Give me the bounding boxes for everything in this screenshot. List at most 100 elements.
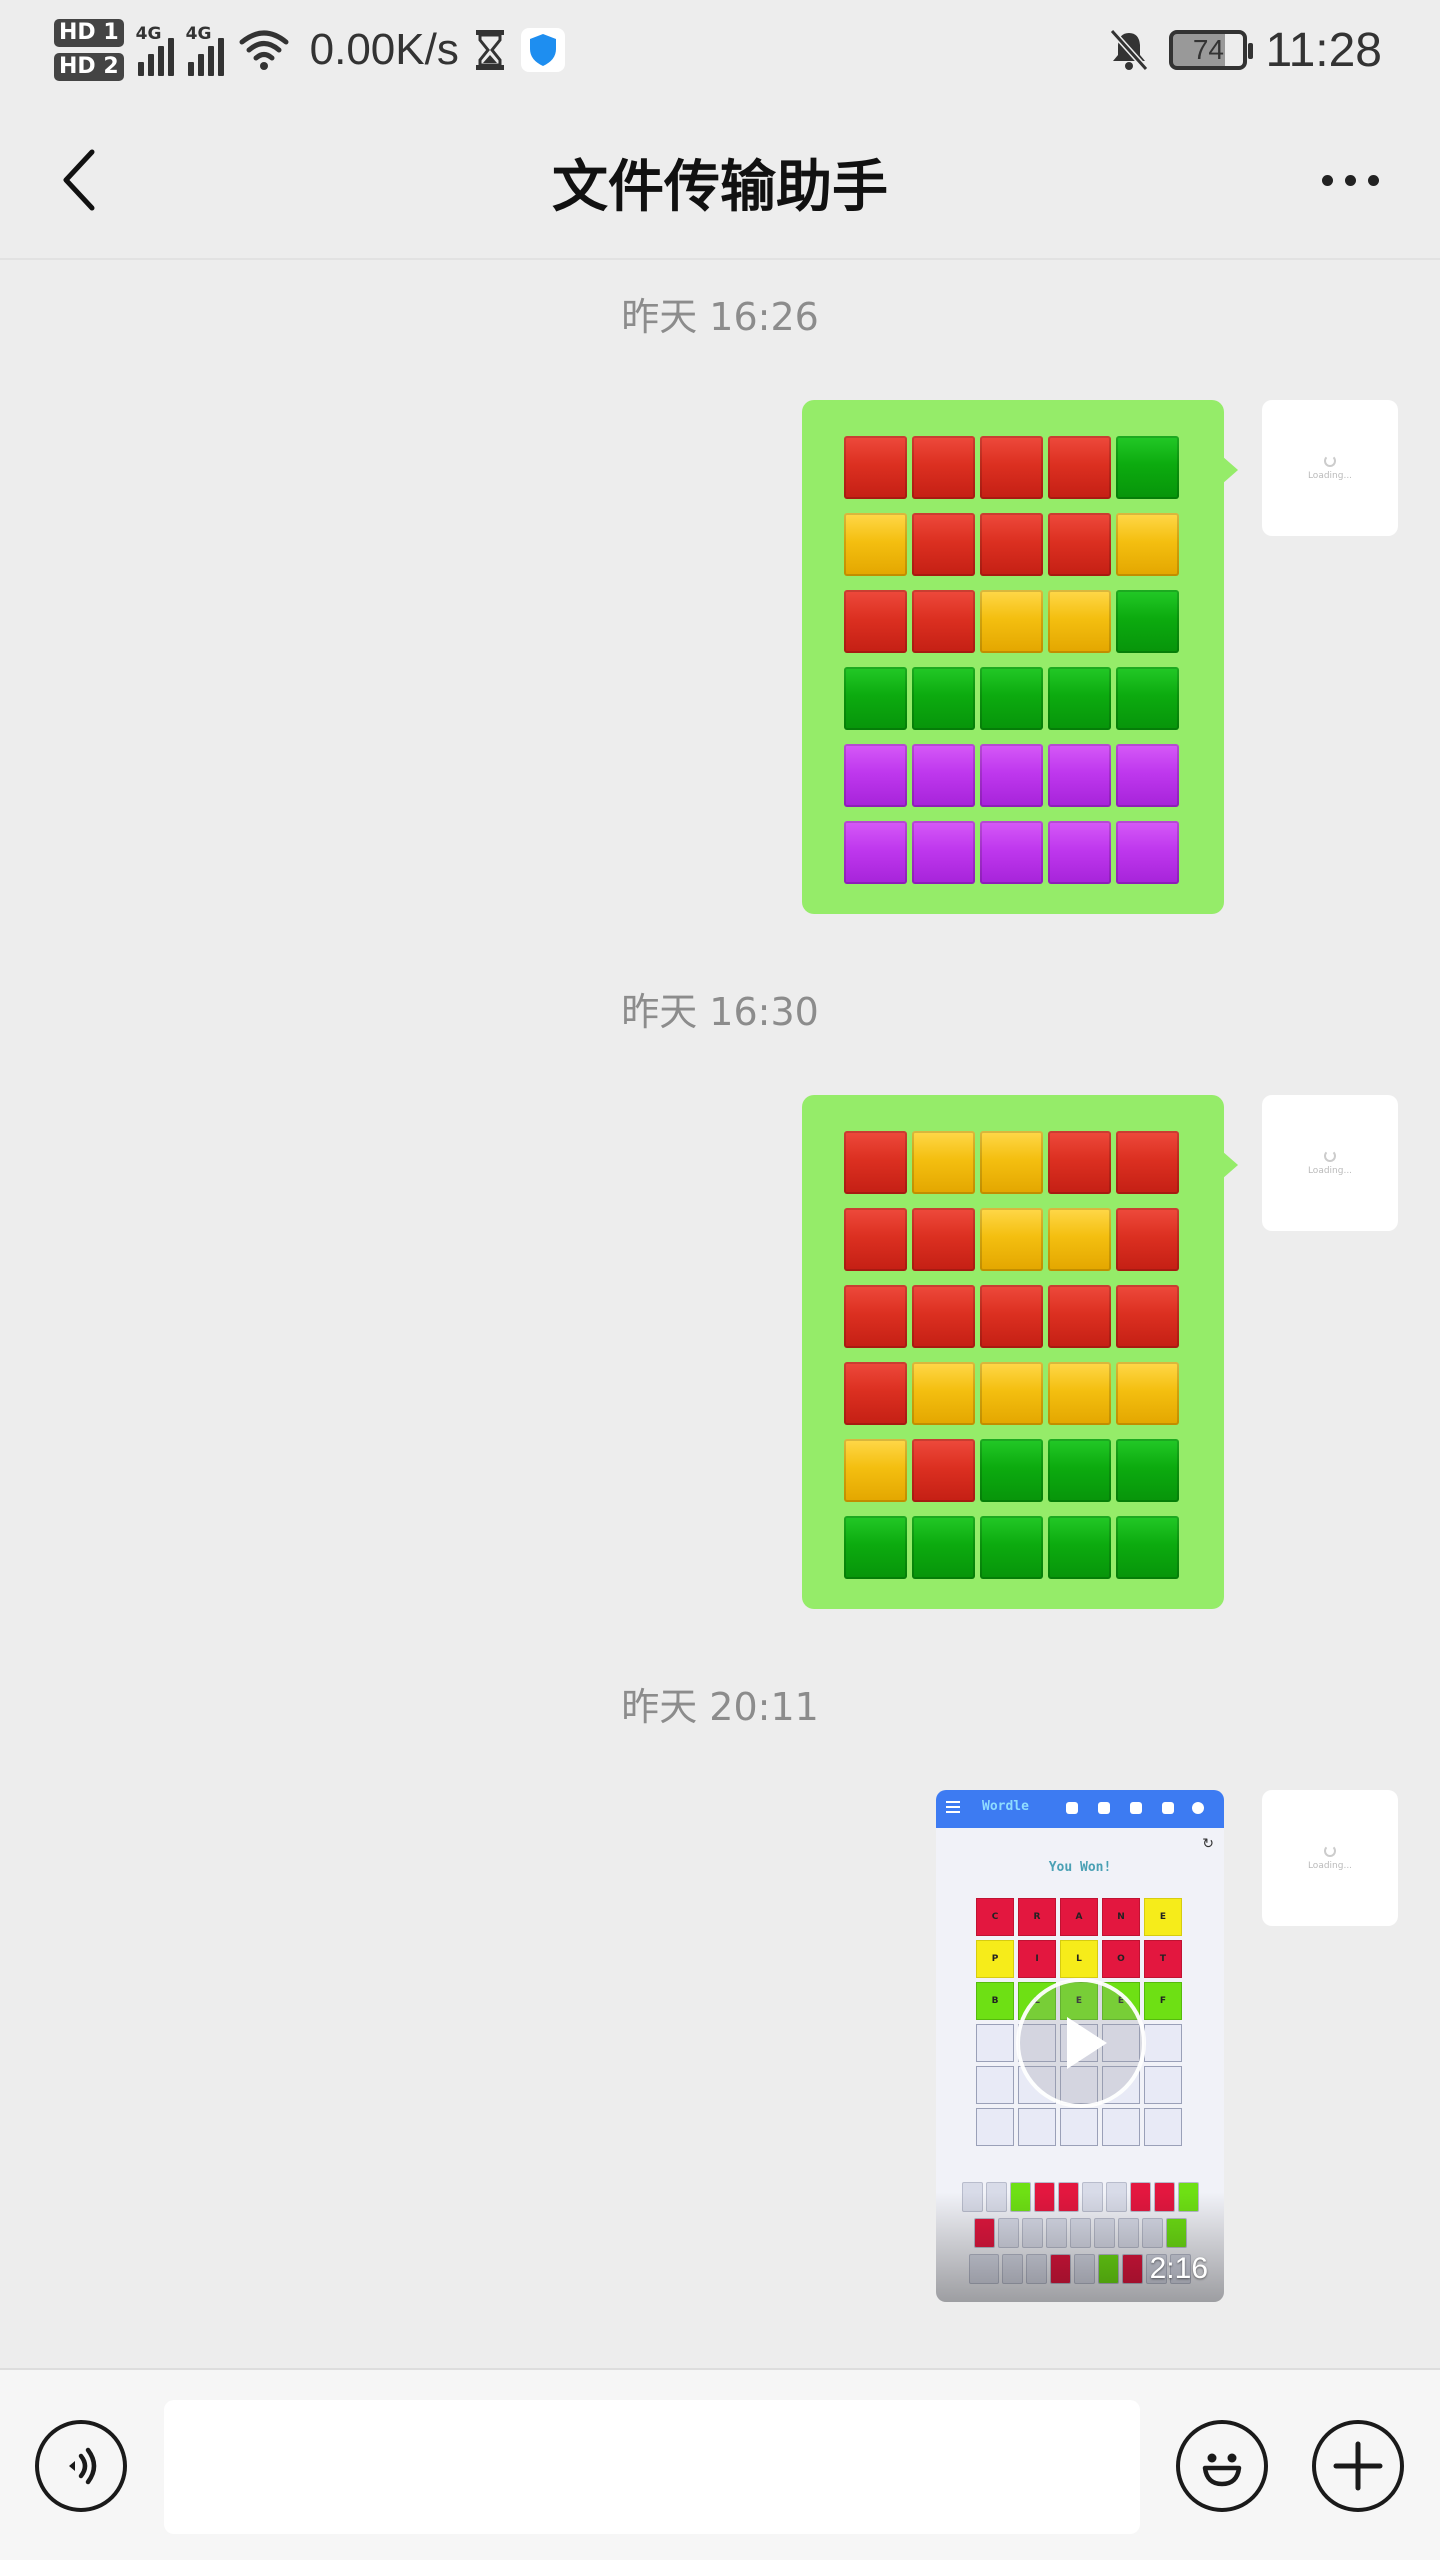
- red-square: [912, 436, 975, 499]
- emoji-icon: [1202, 2453, 1242, 2487]
- purple-square: [980, 821, 1043, 884]
- video-message[interactable]: Wordle ↻ You Won! CRANEPILOTBLEEF 2:16: [936, 1790, 1224, 2302]
- red-square: [912, 590, 975, 653]
- red-square: [1048, 1131, 1111, 1194]
- message-timestamp: 昨天 16:26: [621, 295, 819, 339]
- emoji-grid: [844, 1131, 1179, 1579]
- navigation-bar: 文件传输助手: [0, 100, 1440, 260]
- red-square: [912, 1285, 975, 1348]
- red-square: [844, 1208, 907, 1271]
- green-square: [980, 667, 1043, 730]
- sim2-label: HD 2: [54, 53, 124, 81]
- yellow-square: [844, 513, 907, 576]
- yellow-square: [912, 1131, 975, 1194]
- status-left: HD 1 HD 2 4G 4G 0.00K/s: [54, 10, 565, 90]
- red-square: [1048, 436, 1111, 499]
- gear-icon: [1162, 1802, 1174, 1814]
- green-square: [844, 667, 907, 730]
- signal-icon-2: 4G: [185, 24, 224, 76]
- input-bar: [0, 2368, 1440, 2560]
- battery-icon: 74: [1169, 30, 1254, 70]
- red-square: [1048, 513, 1111, 576]
- message-bubble[interactable]: [802, 1095, 1238, 1609]
- shield-icon: [520, 28, 565, 72]
- message-timestamp: 昨天 16:30: [621, 990, 819, 1034]
- red-square: [844, 1285, 907, 1348]
- message-bubble[interactable]: [802, 400, 1238, 914]
- board-cell: E: [1144, 1898, 1182, 1936]
- yellow-square: [1116, 513, 1179, 576]
- green-square: [1048, 667, 1111, 730]
- emoji-button[interactable]: [1176, 2420, 1268, 2512]
- red-square: [980, 1285, 1043, 1348]
- red-square: [912, 1208, 975, 1271]
- board-cell: B: [976, 1982, 1014, 2020]
- yellow-square: [980, 590, 1043, 653]
- red-square: [980, 436, 1043, 499]
- board-cell: [1018, 2108, 1056, 2146]
- more-button[interactable]: [1300, 140, 1400, 220]
- board-cell: L: [1060, 1940, 1098, 1978]
- board-cell: [1060, 2108, 1098, 2146]
- green-square: [980, 1439, 1043, 1502]
- red-square: [844, 590, 907, 653]
- status-bar: HD 1 HD 2 4G 4G 0.00K/s 74 11:28: [0, 0, 1440, 100]
- message-input[interactable]: [164, 2400, 1140, 2534]
- purple-square: [1048, 744, 1111, 807]
- board-cell: N: [1102, 1898, 1140, 1936]
- voice-button[interactable]: [35, 2420, 127, 2512]
- sim-indicators: HD 1 HD 2: [54, 19, 124, 81]
- green-square: [1048, 1439, 1111, 1502]
- list-icon: [1098, 1802, 1110, 1814]
- board-cell: [1144, 2024, 1182, 2062]
- purple-square: [1116, 821, 1179, 884]
- red-square: [844, 1362, 907, 1425]
- mute-bell-icon: [1110, 28, 1149, 72]
- red-square: [1048, 1285, 1111, 1348]
- yellow-square: [1048, 590, 1111, 653]
- red-square: [980, 513, 1043, 576]
- board-cell: [1144, 2108, 1182, 2146]
- purple-square: [1116, 744, 1179, 807]
- green-square: [1048, 1516, 1111, 1579]
- board-cell: F: [1144, 1982, 1182, 2020]
- yellow-square: [844, 1439, 907, 1502]
- home-icon: [1066, 1802, 1078, 1814]
- network-type-label-2: 4G: [185, 24, 212, 44]
- avatar[interactable]: Loading...: [1262, 1095, 1398, 1231]
- board-cell: C: [976, 1898, 1014, 1936]
- network-speed: 0.00K/s: [309, 25, 459, 74]
- green-square: [844, 1516, 907, 1579]
- status-time: 11:28: [1265, 23, 1382, 77]
- play-icon[interactable]: [1016, 1978, 1146, 2108]
- red-square: [844, 1131, 907, 1194]
- green-square: [1116, 667, 1179, 730]
- board-cell: R: [1018, 1898, 1056, 1936]
- avatar[interactable]: Loading...: [1262, 400, 1398, 536]
- avatar-loading-text: Loading...: [1307, 1166, 1353, 1176]
- green-square: [1116, 1516, 1179, 1579]
- red-square: [912, 513, 975, 576]
- plus-icon: [1333, 2441, 1383, 2491]
- status-right: 74 11:28: [1107, 10, 1382, 90]
- reload-icon: ↻: [1202, 1836, 1214, 1852]
- avatar-loading-text: Loading...: [1307, 471, 1353, 481]
- yellow-square: [980, 1131, 1043, 1194]
- yellow-square: [980, 1208, 1043, 1271]
- board-cell: I: [1018, 1940, 1056, 1978]
- menu-icon: [946, 1801, 960, 1803]
- emoji-grid: [844, 436, 1179, 884]
- more-dots-icon: [1321, 174, 1333, 186]
- board-cell: T: [1144, 1940, 1182, 1978]
- red-square: [912, 1439, 975, 1502]
- avatar[interactable]: Loading...: [1262, 1790, 1398, 1926]
- board-cell: A: [1060, 1898, 1098, 1936]
- hourglass-icon: [475, 30, 504, 70]
- network-type-label: 4G: [135, 24, 162, 44]
- signal-icon: 4G: [135, 24, 174, 76]
- board-cell: P: [976, 1940, 1014, 1978]
- plus-button[interactable]: [1312, 2420, 1404, 2512]
- board-cell: [1102, 2108, 1140, 2146]
- video-preview-message: You Won!: [1048, 1860, 1112, 1875]
- purple-square: [1048, 821, 1111, 884]
